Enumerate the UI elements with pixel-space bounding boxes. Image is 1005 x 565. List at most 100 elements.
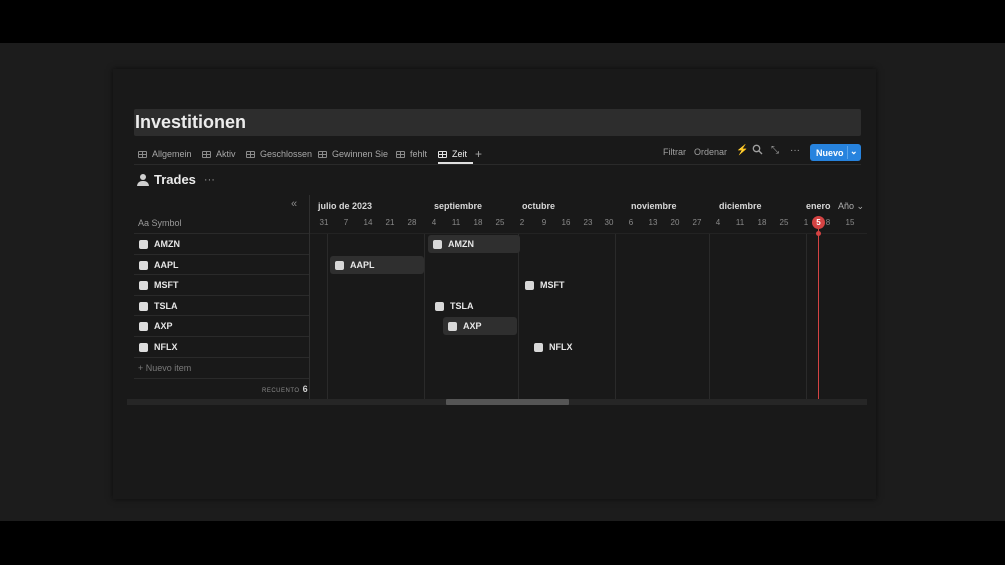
- tab-label: Geschlossen: [260, 149, 313, 159]
- expand-icon[interactable]: ⤡: [771, 145, 779, 156]
- database-title[interactable]: Trades ···: [137, 172, 215, 187]
- microsoft-logo-icon: [525, 280, 534, 290]
- apple-logo-icon: [139, 260, 148, 270]
- month-divider: [424, 234, 425, 400]
- database-more-button[interactable]: ···: [204, 174, 215, 186]
- timeline-bar-nflx[interactable]: NFLX: [529, 338, 589, 356]
- new-button-label: Nuevo: [816, 148, 844, 158]
- month-label: octubre: [522, 201, 556, 211]
- user-icon: [137, 173, 149, 186]
- table-icon: [138, 150, 147, 158]
- day-tick-label: 6: [628, 218, 634, 227]
- filter-button[interactable]: Filtrar: [663, 147, 686, 157]
- chevron-down-icon[interactable]: ⌄: [850, 146, 858, 157]
- bar-label: TSLA: [450, 301, 474, 311]
- page-title-bar[interactable]: Investitionen: [134, 109, 861, 136]
- amex-logo-icon: [139, 321, 148, 331]
- sort-button[interactable]: Ordenar: [694, 147, 727, 157]
- table-row-msft[interactable]: MSFT: [134, 274, 309, 295]
- timeline-bar-axp[interactable]: AXP: [443, 317, 517, 335]
- month-label: diciembre: [719, 201, 762, 211]
- row-label: TSLA: [154, 301, 178, 311]
- microsoft-logo-icon: [139, 280, 148, 290]
- row-divider: [310, 233, 867, 234]
- day-tick-label: 4: [715, 218, 721, 227]
- amazon-logo-icon: [139, 239, 148, 249]
- timeline-icon: [438, 150, 447, 158]
- day-tick-label: 13: [648, 218, 658, 227]
- collapse-table-button[interactable]: «: [291, 198, 297, 210]
- tab-label: Aktiv: [216, 149, 236, 159]
- column-divider: [309, 195, 310, 400]
- tab-geschlossen[interactable]: Geschlossen: [246, 145, 312, 163]
- count-label: RECUENTO: [262, 388, 300, 394]
- tab-label: Gewinnen Sie: [332, 149, 389, 159]
- table-icon: [246, 150, 255, 158]
- day-tick-label: 18: [757, 218, 767, 227]
- tesla-logo-icon: [435, 301, 444, 311]
- day-tick-label: 9: [541, 218, 547, 227]
- new-item-button[interactable]: + Nuevo item: [138, 363, 191, 373]
- month-label: enero: [806, 201, 831, 211]
- more-options-button[interactable]: ···: [790, 145, 800, 156]
- database-title-text: Trades: [154, 172, 196, 187]
- table-row-axp[interactable]: AXP: [134, 315, 309, 336]
- tab-aktiv[interactable]: Aktiv: [202, 145, 236, 163]
- day-tick-label: 31: [319, 218, 329, 227]
- divider: [847, 146, 848, 159]
- month-label: julio de 2023: [318, 201, 373, 211]
- symbol-column-header[interactable]: Aa Symbol: [138, 218, 182, 228]
- month-label: noviembre: [631, 201, 677, 211]
- today-line: [818, 228, 819, 400]
- table-row-tsla[interactable]: TSLA: [134, 295, 309, 316]
- day-tick-label: 28: [407, 218, 417, 227]
- row-label: MSFT: [154, 280, 179, 290]
- new-button[interactable]: Nuevo ⌄: [810, 144, 861, 161]
- bar-label: MSFT: [540, 280, 565, 290]
- day-tick-label: 27: [692, 218, 702, 227]
- tab-label: fehlt: [410, 149, 428, 159]
- bar-label: AAPL: [350, 260, 375, 270]
- day-tick-label: 25: [495, 218, 505, 227]
- table-row-nflx[interactable]: NFLX: [134, 336, 309, 357]
- lightning-icon[interactable]: ⚡: [736, 145, 748, 156]
- day-tick-label: 11: [451, 218, 461, 227]
- search-icon[interactable]: [752, 144, 763, 158]
- table-icon: [318, 150, 327, 158]
- day-tick-label: 25: [779, 218, 789, 227]
- month-label: septiembre: [434, 201, 483, 211]
- timeline-scale-select[interactable]: Año ⌄: [838, 201, 864, 212]
- today-dot: [816, 231, 821, 236]
- month-divider: [518, 234, 519, 400]
- tab-gewinnen-sie[interactable]: Gewinnen Sie: [318, 145, 388, 163]
- scrollbar-thumb[interactable]: [446, 399, 569, 405]
- tab-fehlt[interactable]: fehlt: [396, 145, 427, 163]
- month-divider: [806, 234, 807, 400]
- month-divider: [327, 234, 328, 400]
- month-divider: [615, 234, 616, 400]
- apple-logo-icon: [335, 260, 344, 270]
- row-count: RECUENTO 6: [262, 384, 308, 394]
- timeline-bar-aapl[interactable]: AAPL: [330, 256, 424, 274]
- day-tick-label: 16: [561, 218, 571, 227]
- netflix-logo-icon: [534, 342, 543, 352]
- timeline-bar-msft[interactable]: MSFT: [520, 276, 580, 294]
- tab-zeit[interactable]: Zeit: [438, 145, 467, 163]
- bar-label: AXP: [463, 321, 482, 331]
- add-view-button[interactable]: +: [475, 145, 482, 163]
- timeline-bar-tsla[interactable]: TSLA: [430, 297, 490, 315]
- tab-allgemein[interactable]: Allgemein: [138, 145, 192, 163]
- table-icon: [396, 150, 405, 158]
- table-row-amzn[interactable]: AMZN: [134, 233, 309, 254]
- day-tick-label: 23: [583, 218, 593, 227]
- month-divider: [709, 234, 710, 400]
- table-row-aapl[interactable]: AAPL: [134, 254, 309, 275]
- divider: [134, 164, 861, 165]
- day-tick-label: 7: [343, 218, 349, 227]
- timeline-bar-amzn[interactable]: AMZN: [428, 235, 520, 253]
- tab-label: Zeit: [452, 149, 468, 159]
- day-tick-label: 30: [604, 218, 614, 227]
- tesla-logo-icon: [139, 301, 148, 311]
- bar-label: AMZN: [448, 239, 474, 249]
- bar-label: NFLX: [549, 342, 573, 352]
